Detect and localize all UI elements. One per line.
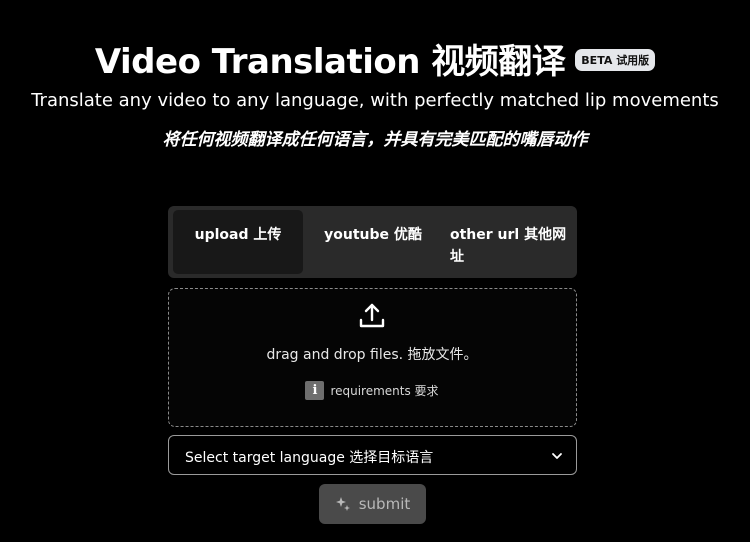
subtitle-chinese: 将任何视频翻译成任何语言，并具有完美匹配的嘴唇动作 xyxy=(162,130,588,150)
target-language-select[interactable]: Select target language 选择目标语言 xyxy=(168,435,577,475)
page-title: Video Translation 视频翻译 xyxy=(94,42,566,82)
tab-other-url-label-line1: other url 其他网 xyxy=(450,227,567,243)
subtitle-english: Translate any video to any language, wit… xyxy=(31,90,719,111)
submit-button[interactable]: submit xyxy=(319,484,426,524)
target-language-placeholder: Select target language 选择目标语言 xyxy=(185,450,434,466)
dropzone-text: drag and drop files. 拖放文件。 xyxy=(266,347,478,363)
tab-youtube[interactable]: youtube 优酷 xyxy=(313,210,433,274)
requirements-link[interactable]: i requirements 要求 xyxy=(169,381,575,400)
tab-upload[interactable]: upload 上传 xyxy=(173,210,303,274)
source-tabs: upload 上传 youtube 优酷 other url 其他网 址 xyxy=(168,206,577,278)
submit-label: submit xyxy=(358,495,411,513)
beta-badge: BETA 试用版 xyxy=(575,48,656,71)
tab-other-url[interactable]: other url 其他网 址 xyxy=(450,210,570,274)
upload-icon xyxy=(359,303,385,328)
chevron-down-icon xyxy=(552,453,562,459)
requirements-label: requirements 要求 xyxy=(330,384,439,398)
sparkle-icon xyxy=(335,497,350,511)
info-icon: i xyxy=(305,381,325,400)
file-dropzone[interactable]: drag and drop files. 拖放文件。 i requirement… xyxy=(168,288,577,427)
tab-other-url-label-line2: 址 xyxy=(450,249,464,265)
title-row: Video Translation 视频翻译 BETA 试用版 xyxy=(0,34,750,83)
video-translation-page: Video Translation 视频翻译 BETA 试用版 Translat… xyxy=(0,0,750,542)
